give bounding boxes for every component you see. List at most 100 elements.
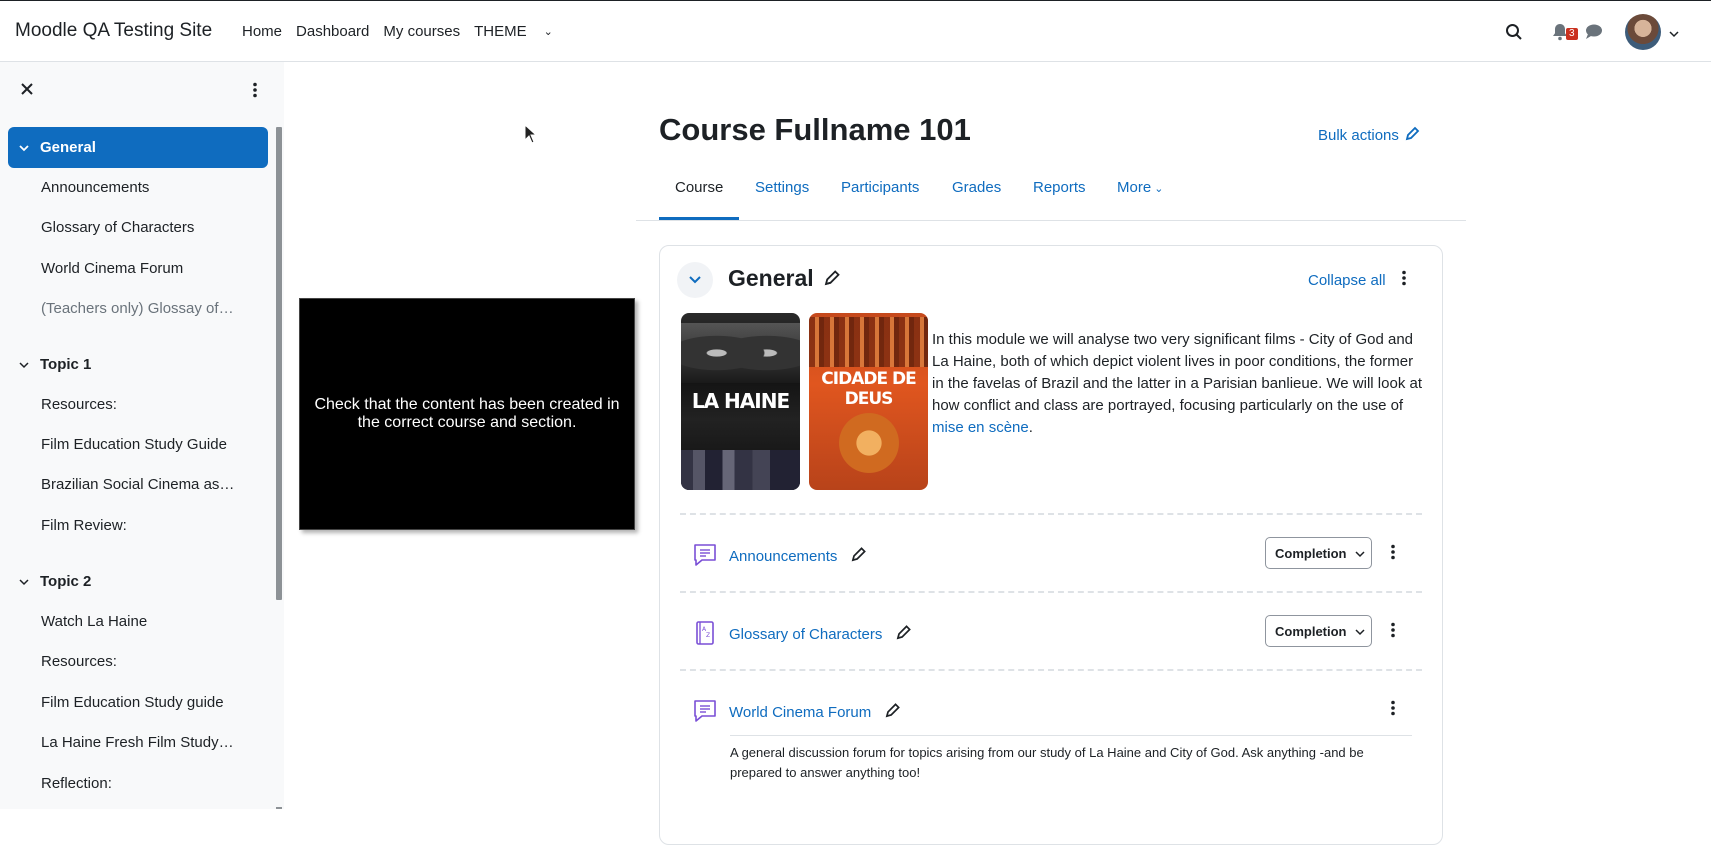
pencil-icon[interactable] xyxy=(824,265,841,292)
index-section-topic-1[interactable]: Topic 1 xyxy=(8,344,268,385)
nav-home[interactable]: Home xyxy=(242,23,282,40)
kebab-menu-icon[interactable] xyxy=(1401,270,1407,291)
drawer-scrollbar[interactable] xyxy=(276,127,282,600)
chevron-down-icon xyxy=(1354,624,1365,639)
section-heading: General xyxy=(728,265,841,292)
chevron-down-icon xyxy=(689,276,701,284)
chat-icon[interactable] xyxy=(1585,23,1603,45)
index-item-watch-la-haine[interactable]: Watch La Haine xyxy=(41,613,241,630)
tab-more[interactable]: More ⌄ xyxy=(1117,179,1163,196)
mise-en-scene-link[interactable]: mise en scène xyxy=(932,419,1029,436)
forum-icon xyxy=(692,698,718,729)
poster-crowd xyxy=(809,317,928,367)
kebab-menu-icon[interactable] xyxy=(1390,622,1396,643)
tab-grades[interactable]: Grades xyxy=(952,179,1001,196)
activity-link[interactable]: Announcements xyxy=(729,546,867,566)
index-item-teachers-glossary[interactable]: (Teachers only) Glossay of… xyxy=(41,300,241,317)
completion-label: Completion xyxy=(1275,623,1347,639)
section-title: General xyxy=(728,265,814,291)
chevron-down-icon[interactable] xyxy=(1668,26,1680,44)
chevron-down-icon[interactable] xyxy=(8,360,40,370)
course-secondary-navigation: Course Settings Participants Grades Repo… xyxy=(636,160,1466,221)
bulk-actions-label: Bulk actions xyxy=(1318,127,1399,144)
la-haine-poster: LA HAINE xyxy=(681,313,800,490)
activity-name: Glossary of Characters xyxy=(729,625,883,643)
pencil-icon[interactable] xyxy=(851,546,867,566)
kebab-menu-icon[interactable] xyxy=(252,82,258,103)
completion-label: Completion xyxy=(1275,545,1347,561)
tab-more-label: More xyxy=(1117,179,1152,196)
nav-dashboard[interactable]: Dashboard xyxy=(296,23,369,40)
notification-count-badge: 3 xyxy=(1566,28,1578,40)
section-summary: In this module we will analyse two very … xyxy=(932,329,1426,439)
search-icon[interactable] xyxy=(1505,23,1523,46)
poster-face xyxy=(681,323,800,383)
activity-name: Announcements xyxy=(729,547,838,565)
tab-course[interactable]: Course xyxy=(675,179,723,196)
site-brand[interactable]: Moodle QA Testing Site xyxy=(15,20,212,42)
completion-dropdown[interactable]: Completion xyxy=(1265,537,1372,569)
close-icon[interactable] xyxy=(20,82,34,101)
tab-reports[interactable]: Reports xyxy=(1033,179,1086,196)
index-item-announcements[interactable]: Announcements xyxy=(41,179,241,196)
kebab-menu-icon[interactable] xyxy=(1390,544,1396,565)
bulk-actions-button[interactable]: Bulk actions xyxy=(1318,126,1420,145)
activity-link[interactable]: Glossary of Characters xyxy=(729,624,912,644)
user-avatar[interactable] xyxy=(1625,14,1661,50)
nav-theme-menu[interactable]: THEME ⌄ xyxy=(474,23,567,40)
activity-description-divider xyxy=(730,735,1412,736)
index-section-topic-2[interactable]: Topic 2 xyxy=(8,561,268,602)
active-tab-indicator xyxy=(659,217,739,220)
index-section-general[interactable]: General xyxy=(8,127,268,168)
index-item-resources-2[interactable]: Resources: xyxy=(41,653,241,670)
activity-glossary: AZ Glossary of Characters Completion xyxy=(692,612,1422,652)
index-section-title: General xyxy=(40,139,96,156)
collapse-all-link[interactable]: Collapse all xyxy=(1308,272,1386,289)
index-item-fresh-film-study[interactable]: La Haine Fresh Film Study… xyxy=(41,734,241,751)
nav-theme-label: THEME xyxy=(474,23,527,40)
activity-world-cinema-forum: World Cinema Forum xyxy=(692,690,1422,730)
index-item-study-guide[interactable]: Film Education Study Guide xyxy=(41,436,241,453)
poster-crowd xyxy=(681,450,800,490)
poster-title: LA HAINE xyxy=(691,389,790,413)
chevron-down-icon[interactable] xyxy=(8,577,40,587)
summary-end: . xyxy=(1028,419,1033,436)
pencil-icon[interactable] xyxy=(885,702,901,722)
index-section-title: Topic 2 xyxy=(40,573,92,590)
summary-text: In this module we will analyse two very … xyxy=(932,331,1422,414)
index-item-film-review[interactable]: Film Review: xyxy=(41,517,241,534)
section-collapse-button[interactable] xyxy=(677,262,713,298)
instruction-overlay: Check that the content has been created … xyxy=(299,298,635,530)
top-navbar: Moodle QA Testing Site Home Dashboard My… xyxy=(0,0,1711,62)
activity-description: A general discussion forum for topics ar… xyxy=(730,745,1364,780)
activity-link[interactable]: World Cinema Forum xyxy=(729,702,901,722)
chevron-down-icon xyxy=(1354,546,1365,561)
index-item-brazilian-cinema[interactable]: Brazilian Social Cinema as… xyxy=(41,476,241,493)
activity-announcements: Announcements Completion xyxy=(692,534,1422,574)
index-item-reflection[interactable]: Reflection: xyxy=(41,775,241,792)
primary-navigation: Home Dashboard My courses THEME ⌄ xyxy=(242,23,581,40)
chevron-down-icon: ⌄ xyxy=(1154,183,1164,195)
completion-dropdown[interactable]: Completion xyxy=(1265,615,1372,647)
pencil-icon xyxy=(1405,126,1420,145)
index-section-title: Topic 1 xyxy=(40,356,92,373)
glossary-icon: AZ xyxy=(692,620,718,651)
activity-divider xyxy=(680,669,1422,671)
tab-settings[interactable]: Settings xyxy=(755,179,809,196)
poster-title: CIDADE DE DEUS xyxy=(821,369,916,409)
index-item-glossary[interactable]: Glossary of Characters xyxy=(41,219,241,236)
nav-my-courses[interactable]: My courses xyxy=(383,23,460,40)
chevron-down-icon: ⌄ xyxy=(543,26,553,38)
pencil-icon[interactable] xyxy=(896,624,912,644)
kebab-menu-icon[interactable] xyxy=(1390,700,1396,721)
index-item-study-guide-2[interactable]: Film Education Study guide xyxy=(41,694,241,711)
forum-icon xyxy=(692,542,718,573)
activity-name: World Cinema Forum xyxy=(729,703,872,721)
cidade-de-deus-poster: CIDADE DE DEUS xyxy=(809,313,928,490)
index-item-resources[interactable]: Resources: xyxy=(41,396,241,413)
index-item-forum[interactable]: World Cinema Forum xyxy=(41,260,241,277)
poster-bird xyxy=(834,408,904,478)
tab-participants[interactable]: Participants xyxy=(841,179,919,196)
mouse-cursor-icon xyxy=(524,123,538,149)
chevron-down-icon[interactable] xyxy=(8,143,40,153)
